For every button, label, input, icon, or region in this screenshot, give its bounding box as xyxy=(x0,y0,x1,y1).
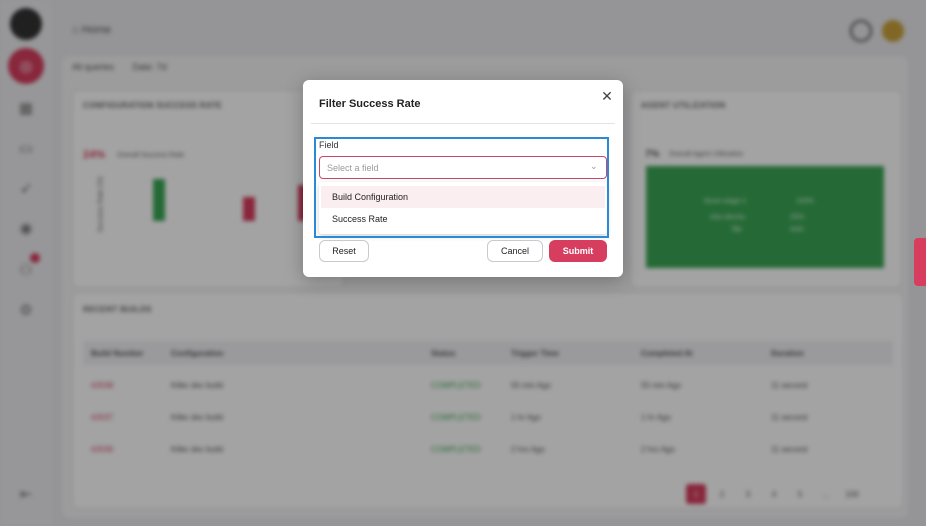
close-icon[interactable]: ✕ xyxy=(599,88,615,104)
dialog-title: Filter Success Rate xyxy=(319,98,421,110)
submit-button[interactable]: Submit xyxy=(549,240,607,262)
cancel-button[interactable]: Cancel xyxy=(487,240,543,262)
dialog-divider xyxy=(311,123,615,124)
reset-button[interactable]: Reset xyxy=(319,240,369,262)
focus-highlight xyxy=(314,137,609,238)
feedback-tab[interactable] xyxy=(914,238,926,286)
